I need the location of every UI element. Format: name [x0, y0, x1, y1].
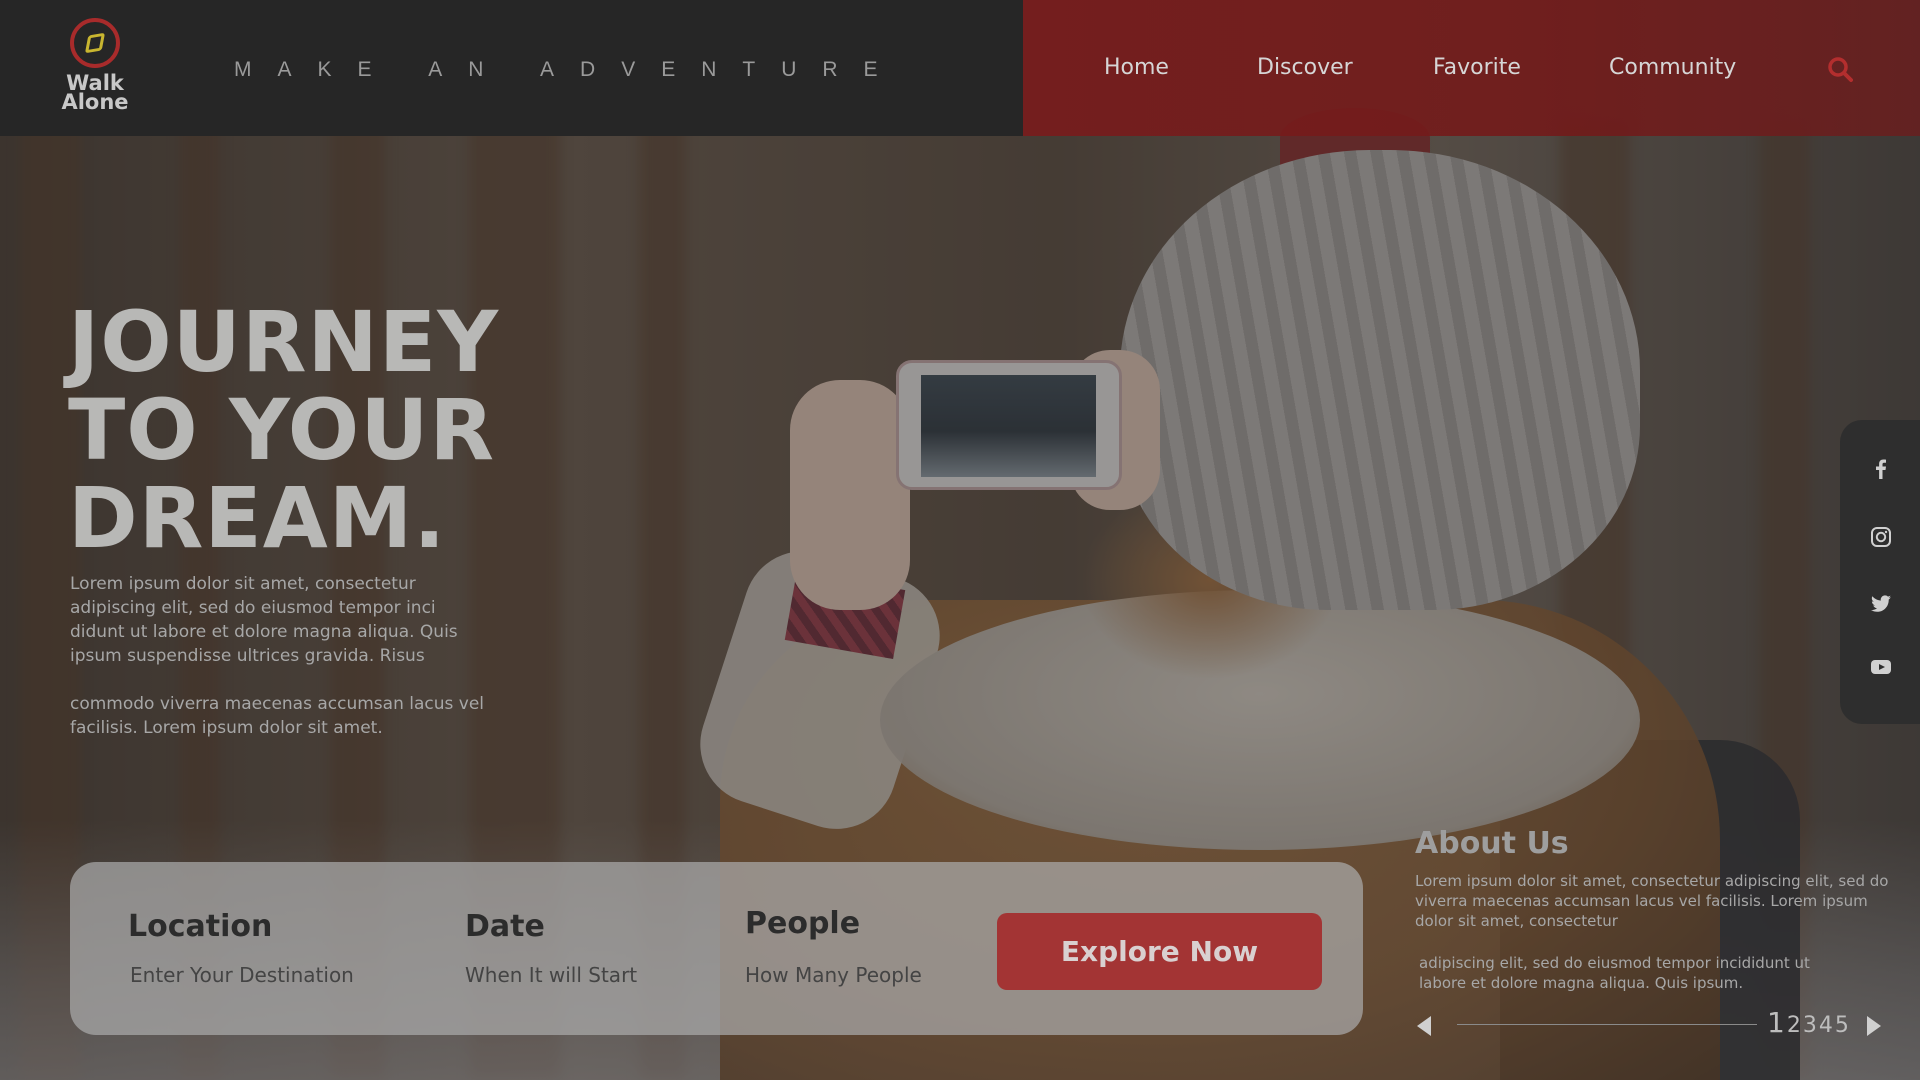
tagline: MAKE AN ADVENTURE	[234, 58, 904, 81]
youtube-icon[interactable]	[1870, 656, 1892, 678]
hero-paragraph-2: commodo viverra maecenas accumsan lacus …	[70, 694, 485, 738]
nav-favorite[interactable]: Favorite	[1433, 55, 1521, 80]
explore-now-button[interactable]: Explore Now	[997, 913, 1322, 990]
location-label: Location	[128, 909, 273, 944]
nav-community[interactable]: Community	[1609, 55, 1736, 80]
people-field[interactable]: How Many People	[745, 963, 922, 987]
top-header: Walk Alone MAKE AN ADVENTURE Home Discov…	[0, 0, 1920, 136]
location-field[interactable]: Enter Your Destination	[130, 963, 354, 987]
about-paragraph-1: Lorem ipsum dolor sit amet, consectetur …	[1415, 872, 1889, 930]
slide-pager: 12345	[1415, 1006, 1885, 1040]
pager-current[interactable]: 1	[1767, 1006, 1787, 1039]
twitter-icon[interactable]	[1870, 592, 1892, 614]
nav-home[interactable]: Home	[1104, 55, 1169, 80]
about-title: About Us	[1415, 826, 1569, 861]
logo[interactable]: Walk Alone	[60, 18, 130, 114]
prev-arrow-icon[interactable]	[1417, 1016, 1431, 1036]
date-field[interactable]: When It will Start	[465, 963, 637, 987]
instagram-icon[interactable]	[1870, 526, 1892, 548]
pager-progress-line	[1457, 1024, 1757, 1025]
hero-title-line-3: DREAM.	[68, 469, 447, 567]
date-label: Date	[465, 909, 545, 944]
search-icon[interactable]	[1827, 56, 1853, 82]
pager-numbers[interactable]: 12345	[1767, 1006, 1851, 1039]
facebook-icon[interactable]	[1870, 458, 1892, 480]
hero-title: JOURNEY TO YOUR DREAM.	[68, 298, 499, 562]
nav-discover[interactable]: Discover	[1257, 55, 1353, 80]
logo-text: Walk Alone	[60, 73, 130, 114]
social-sidebar	[1840, 420, 1920, 724]
hero-title-line-2: TO YOUR	[68, 381, 496, 479]
compass-logo-icon	[70, 18, 120, 68]
pager-others[interactable]: 2345	[1787, 1013, 1851, 1038]
people-label: People	[745, 906, 861, 941]
about-paragraph-2: adipiscing elit, sed do eiusmod tempor i…	[1419, 954, 1810, 992]
hero-paragraph-1: Lorem ipsum dolor sit amet, consectetur …	[70, 574, 458, 666]
hero-title-line-1: JOURNEY	[68, 293, 500, 391]
logo-line-2: Alone	[61, 90, 129, 114]
next-arrow-icon[interactable]	[1867, 1016, 1881, 1036]
